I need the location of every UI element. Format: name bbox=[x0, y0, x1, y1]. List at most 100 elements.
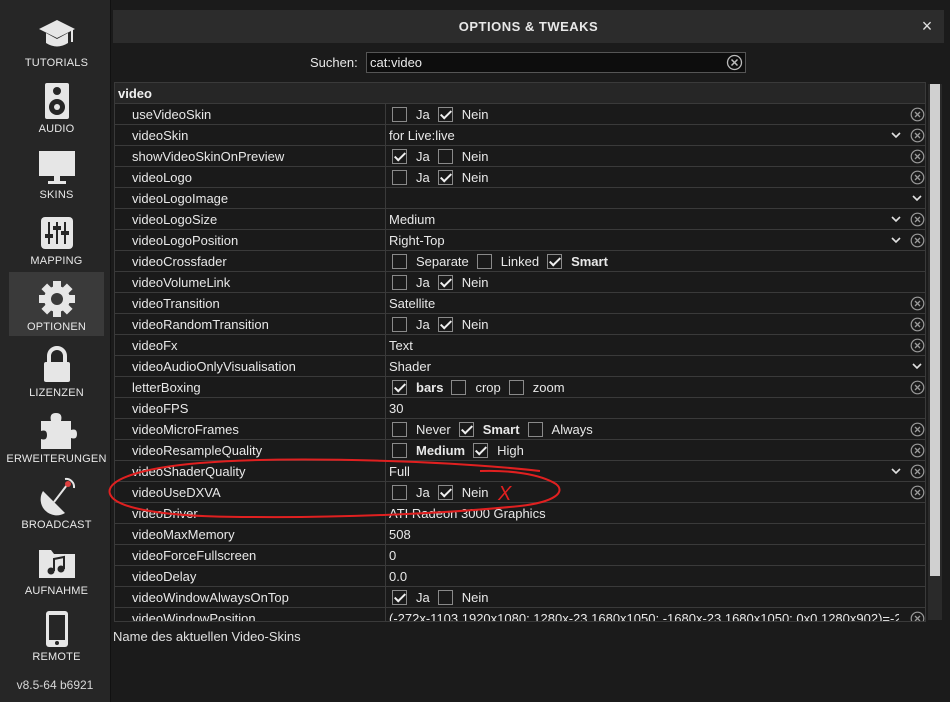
checkbox[interactable] bbox=[458, 422, 474, 437]
search-input[interactable] bbox=[370, 54, 720, 71]
checkbox-label[interactable]: Smart bbox=[483, 422, 520, 437]
checkbox-label[interactable]: Linked bbox=[501, 254, 539, 269]
checkbox[interactable] bbox=[392, 380, 407, 395]
option-value-field[interactable]: Satellite bbox=[389, 296, 899, 311]
scrollbar[interactable] bbox=[928, 84, 942, 620]
table-row[interactable]: videoWindowAlwaysOnTop Ja Nein bbox=[115, 587, 925, 608]
option-dropdown[interactable]: Medium bbox=[389, 212, 899, 227]
checkbox-label[interactable]: Nein bbox=[462, 170, 489, 185]
checkbox-label[interactable]: bars bbox=[416, 380, 443, 395]
checkbox[interactable] bbox=[392, 317, 407, 332]
sidebar-item-aufnahme[interactable]: AUFNAHME bbox=[9, 536, 104, 600]
clear-search-icon[interactable] bbox=[726, 54, 743, 71]
checkbox[interactable] bbox=[437, 275, 453, 290]
table-row[interactable]: videoWindowPosition (-272x-1103 1920x1080… bbox=[115, 608, 925, 621]
checkbox[interactable] bbox=[437, 149, 453, 164]
table-row[interactable]: videoMaxMemory 508 bbox=[115, 524, 925, 545]
table-row[interactable]: useVideoSkin Ja Nein bbox=[115, 104, 925, 125]
option-dropdown[interactable]: for Live:live bbox=[389, 128, 899, 143]
checkbox-label[interactable]: Ja bbox=[416, 590, 430, 605]
chevron-down-icon[interactable] bbox=[889, 212, 903, 226]
checkbox-label[interactable]: Separate bbox=[416, 254, 469, 269]
checkbox[interactable] bbox=[437, 485, 453, 500]
reset-icon[interactable] bbox=[910, 422, 925, 437]
checkbox-label[interactable]: Nein bbox=[462, 590, 489, 605]
table-row[interactable]: videoLogoPosition Right-Top bbox=[115, 230, 925, 251]
option-value-field[interactable]: ATI Radeon 3000 Graphics bbox=[389, 506, 899, 521]
checkbox-label[interactable]: Ja bbox=[416, 107, 430, 122]
chevron-down-icon[interactable] bbox=[910, 359, 924, 373]
reset-icon[interactable] bbox=[910, 107, 925, 122]
reset-icon[interactable] bbox=[910, 611, 925, 621]
checkbox-label[interactable]: crop bbox=[475, 380, 500, 395]
reset-icon[interactable] bbox=[910, 212, 925, 227]
sidebar-item-broadcast[interactable]: BROADCAST bbox=[9, 470, 104, 534]
reset-icon[interactable] bbox=[910, 485, 925, 500]
sidebar-item-erweiterungen[interactable]: ERWEITERUNGEN bbox=[6, 404, 106, 468]
table-row[interactable]: videoFx Text bbox=[115, 335, 925, 356]
table-row[interactable]: videoFPS 30 bbox=[115, 398, 925, 419]
sidebar-item-lizenzen[interactable]: LIZENZEN bbox=[9, 338, 104, 402]
option-value-field[interactable]: Text bbox=[389, 338, 899, 353]
checkbox[interactable] bbox=[451, 380, 467, 395]
option-dropdown[interactable]: Right-Top bbox=[389, 233, 899, 248]
checkbox-label[interactable]: Smart bbox=[571, 254, 608, 269]
checkbox[interactable] bbox=[508, 380, 524, 395]
chevron-down-icon[interactable] bbox=[910, 191, 924, 205]
table-row[interactable]: videoLogoSize Medium bbox=[115, 209, 925, 230]
option-value-field[interactable]: 0.0 bbox=[389, 569, 899, 584]
checkbox-label[interactable]: Ja bbox=[416, 275, 430, 290]
table-row[interactable]: videoForceFullscreen 0 bbox=[115, 545, 925, 566]
table-row[interactable]: videoCrossfader Separate Linked Smart bbox=[115, 251, 925, 272]
checkbox-label[interactable]: Ja bbox=[416, 170, 430, 185]
chevron-down-icon[interactable] bbox=[889, 128, 903, 142]
checkbox[interactable] bbox=[392, 107, 407, 122]
sidebar-item-audio[interactable]: AUDIO bbox=[9, 74, 104, 138]
option-value-field[interactable]: 508 bbox=[389, 527, 899, 542]
table-row[interactable]: videoLogo Ja Nein bbox=[115, 167, 925, 188]
table-row[interactable]: videoResampleQuality Medium High bbox=[115, 440, 925, 461]
checkbox[interactable] bbox=[476, 254, 492, 269]
sidebar-item-remote[interactable]: REMOTE bbox=[9, 602, 104, 666]
chevron-down-icon[interactable] bbox=[889, 233, 903, 247]
reset-icon[interactable] bbox=[910, 149, 925, 164]
table-row[interactable]: videoRandomTransition Ja Nein bbox=[115, 314, 925, 335]
table-row[interactable]: videoShaderQuality Full bbox=[115, 461, 925, 482]
sidebar-item-optionen[interactable]: OPTIONEN bbox=[9, 272, 104, 336]
checkbox[interactable] bbox=[392, 275, 407, 290]
checkbox[interactable] bbox=[437, 170, 453, 185]
sidebar-item-mapping[interactable]: MAPPING bbox=[9, 206, 104, 270]
checkbox[interactable] bbox=[392, 485, 407, 500]
sidebar-item-tutorials[interactable]: TUTORIALS bbox=[9, 8, 104, 72]
reset-icon[interactable] bbox=[910, 170, 925, 185]
checkbox-label[interactable]: High bbox=[497, 443, 524, 458]
reset-icon[interactable] bbox=[910, 317, 925, 332]
reset-icon[interactable] bbox=[910, 128, 925, 143]
checkbox[interactable] bbox=[473, 443, 489, 458]
option-dropdown[interactable]: Full bbox=[389, 464, 899, 479]
table-row[interactable]: videoUseDXVA Ja Nein bbox=[115, 482, 925, 503]
table-row[interactable]: showVideoSkinOnPreview Ja Nein bbox=[115, 146, 925, 167]
checkbox-label[interactable]: Ja bbox=[416, 149, 430, 164]
checkbox[interactable] bbox=[392, 254, 407, 269]
checkbox-label[interactable]: Never bbox=[416, 422, 451, 437]
reset-icon[interactable] bbox=[910, 338, 925, 353]
group-header[interactable]: video bbox=[115, 83, 925, 104]
reset-icon[interactable] bbox=[910, 464, 925, 479]
checkbox[interactable] bbox=[437, 107, 453, 122]
checkbox[interactable] bbox=[547, 254, 563, 269]
reset-icon[interactable] bbox=[910, 380, 925, 395]
checkbox[interactable] bbox=[437, 317, 453, 332]
checkbox-label[interactable]: Always bbox=[552, 422, 593, 437]
table-row[interactable]: videoAudioOnlyVisualisation Shader bbox=[115, 356, 925, 377]
scrollbar-thumb[interactable] bbox=[930, 84, 940, 576]
table-row[interactable]: videoMicroFrames Never Smart Always bbox=[115, 419, 925, 440]
table-row[interactable]: videoDriver ATI Radeon 3000 Graphics bbox=[115, 503, 925, 524]
table-row[interactable]: videoVolumeLink Ja Nein bbox=[115, 272, 925, 293]
checkbox[interactable] bbox=[392, 170, 407, 185]
checkbox[interactable] bbox=[392, 149, 407, 164]
reset-icon[interactable] bbox=[910, 443, 925, 458]
reset-icon[interactable] bbox=[910, 233, 925, 248]
checkbox-label[interactable]: Nein bbox=[462, 275, 489, 290]
sidebar-item-skins[interactable]: SKINS bbox=[9, 140, 104, 204]
